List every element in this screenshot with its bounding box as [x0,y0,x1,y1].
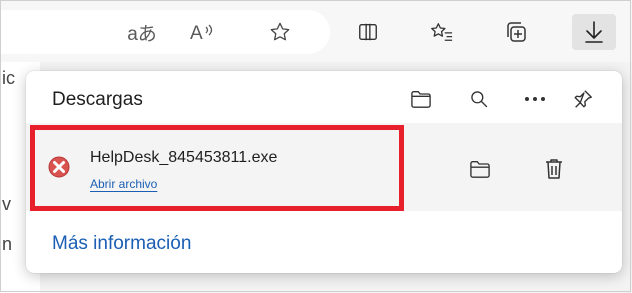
page-text-fragment: n [2,234,13,254]
search-downloads-button[interactable] [464,84,494,114]
page-text-fragment: ic [2,68,15,88]
download-file-name: HelpDesk_845453811.exe [90,149,278,166]
downloads-panel: Descargas HelpDesk_845453811.exe Abrir a… [26,71,622,273]
open-downloads-folder-button[interactable] [406,84,436,114]
more-info-link[interactable]: Más información [52,233,191,255]
more-options-button[interactable] [520,84,550,114]
favorites-list-icon [431,23,453,41]
split-screen-button[interactable] [350,16,386,48]
search-icon [471,91,488,108]
download-item[interactable]: HelpDesk_845453811.exe Abrir archivo [26,123,622,211]
browser-toolbar: aあ A [0,0,632,62]
pin-icon [574,90,592,108]
open-folder-icon [411,91,431,108]
collections-icon [507,22,526,42]
svg-text:A: A [190,23,203,43]
downloads-icon [585,21,603,43]
error-icon [48,156,70,178]
delete-download-button[interactable] [538,153,570,185]
split-screen-icon [359,23,377,41]
page-text-fragment: v [2,194,11,214]
translate-icon: aあ [127,23,157,45]
open-file-link[interactable]: Abrir archivo [90,177,157,191]
delete-icon [546,159,562,179]
favorite-star-icon [270,22,290,41]
show-in-folder-icon [470,161,490,178]
favorite-button[interactable] [262,16,298,48]
show-in-folder-button[interactable] [464,153,496,185]
highlight-box [30,125,404,211]
translate-button[interactable]: aあ [124,16,160,48]
pin-panel-button[interactable] [568,84,598,114]
read-aloud-icon: A [190,23,213,43]
collections-button[interactable] [498,16,534,48]
read-aloud-button[interactable]: A [184,16,220,48]
downloads-button[interactable] [572,14,616,50]
favorites-list-button[interactable] [424,16,460,48]
more-options-icon [525,97,545,101]
panel-title: Descargas [52,89,143,110]
